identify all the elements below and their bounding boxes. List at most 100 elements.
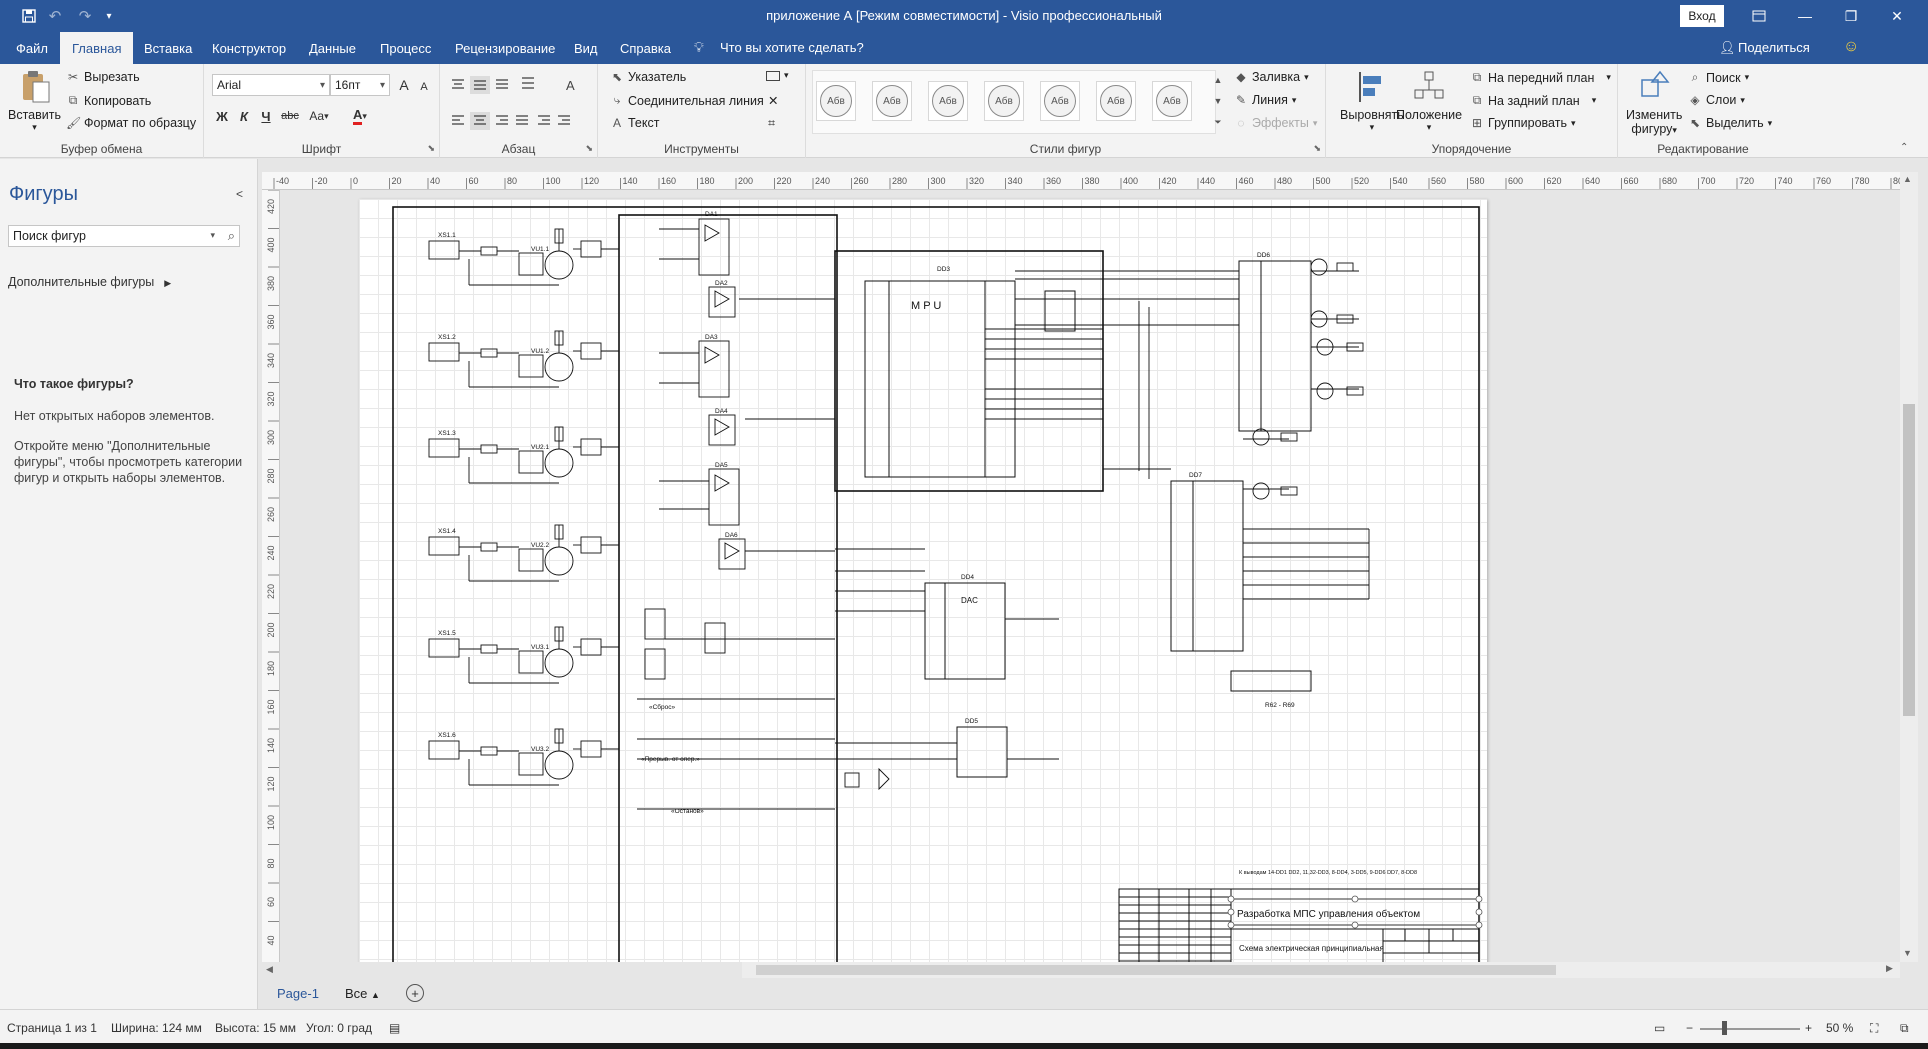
scroll-up-icon[interactable]: ▲ [1903, 174, 1912, 184]
drawing-page[interactable]: XS1.1 XS1.2 XS1.3 XS1.4 XS1.5 XS1.6 VU1.… [359, 199, 1487, 962]
crop-tool-icon[interactable]: ⌗ [768, 116, 775, 131]
select-label: Выделить [1706, 116, 1764, 130]
bold-button[interactable]: Ж [212, 106, 232, 126]
font-name-combo[interactable]: Arial ▾ [212, 74, 330, 96]
horizontal-scrollbar[interactable]: ▶ [742, 962, 1900, 978]
collapse-panel-icon[interactable]: < [236, 187, 243, 201]
feedback-smiley-icon[interactable]: ☺ [1843, 38, 1859, 56]
add-page-icon[interactable]: + [406, 984, 424, 1002]
strikethrough-button[interactable]: abc [280, 106, 300, 126]
more-shapes-menu[interactable]: Дополнительные фигуры ▶ [8, 275, 171, 289]
style-swatch-7[interactable]: Абв [1152, 81, 1192, 121]
circuit-schematic[interactable]: XS1.1 XS1.2 XS1.3 XS1.4 XS1.5 XS1.6 VU1.… [359, 199, 1487, 962]
share-button[interactable]: Поделиться [1738, 40, 1810, 55]
select-button[interactable]: ⬉ Выделить ▾ [1688, 116, 1772, 130]
customize-quick-access-icon[interactable]: ▾ [98, 6, 120, 26]
language-icon[interactable]: ▤ [389, 1021, 400, 1035]
fill-button[interactable]: ◆ Заливка ▾ [1234, 70, 1308, 84]
scroll-left-icon[interactable]: ◀ [266, 964, 273, 975]
rectangle-tool-button[interactable]: ▾ [766, 70, 789, 81]
all-pages-button[interactable]: Все ▲ [345, 986, 380, 1001]
redo-icon[interactable]: ↷ [74, 6, 96, 26]
style-swatch-5[interactable]: Абв [1040, 81, 1080, 121]
tab-data[interactable]: Данные [297, 32, 368, 64]
group-button[interactable]: ⊞ Группировать ▾ [1470, 116, 1576, 130]
effects-button[interactable]: ◌ Эффекты ▾ [1234, 116, 1317, 130]
connector-tool-button[interactable]: ⤷ Соединительная линия [610, 93, 764, 108]
dialog-launcher-icon[interactable]: ⬊ [1313, 143, 1321, 154]
italic-button[interactable]: К [234, 106, 254, 126]
page-tab-1[interactable]: Page-1 [277, 986, 319, 1001]
drawing-canvas[interactable]: XS1.1 XS1.2 XS1.3 XS1.4 XS1.5 XS1.6 VU1.… [280, 190, 1900, 962]
scroll-right-icon[interactable]: ▶ [1886, 963, 1893, 974]
tell-me-box[interactable]: Что вы хотите сделать? [720, 40, 864, 55]
tab-home[interactable]: Главная [60, 32, 134, 64]
chevron-down-icon[interactable]: ▾ [210, 230, 215, 241]
save-icon[interactable] [18, 6, 40, 26]
shrink-font-button[interactable]: A [414, 77, 434, 97]
bring-to-front-button[interactable]: ⧉ На передний план ▾ [1470, 70, 1611, 85]
cut-button[interactable]: ✂ Вырезать [66, 70, 140, 84]
close-shape-icon[interactable]: ✕ [768, 93, 778, 108]
gallery-scroll[interactable]: ▲ ▼ ⏷ [1210, 70, 1226, 133]
presentation-mode-icon[interactable]: ▭ [1654, 1021, 1665, 1035]
tab-view[interactable]: Вид [562, 32, 610, 64]
switch-windows-icon[interactable]: ⧉ [1900, 1021, 1909, 1036]
dialog-launcher-icon[interactable]: ⬊ [427, 143, 435, 154]
tab-insert[interactable]: Вставка [132, 32, 204, 64]
scroll-down-icon[interactable]: ▼ [1903, 948, 1912, 958]
tab-design[interactable]: Конструктор [200, 32, 298, 64]
zoom-slider[interactable] [1700, 1028, 1800, 1030]
paste-button[interactable]: Вставить ▾ [8, 70, 61, 133]
fit-page-icon[interactable]: ⛶ [1870, 1021, 1878, 1036]
search-icon[interactable]: ⌕ [228, 228, 235, 244]
dialog-launcher-icon[interactable]: ⬊ [585, 143, 593, 154]
login-button[interactable]: Вход [1680, 5, 1724, 27]
font-color-button[interactable]: A ▾ [346, 106, 374, 126]
zoom-slider-thumb[interactable] [1722, 1021, 1727, 1035]
change-case-button[interactable]: Aa ▾ [304, 106, 334, 126]
shape-search-input[interactable]: Поиск фигур ▾ ⌕ [8, 225, 240, 247]
layers-button[interactable]: ◈ Слои ▾ [1688, 93, 1745, 107]
tab-review[interactable]: Рецензирование [443, 32, 567, 64]
ribbon-display-options-icon[interactable] [1736, 0, 1782, 32]
zoom-level[interactable]: 50 % [1826, 1021, 1853, 1035]
style-swatch-1[interactable]: Абв [816, 81, 856, 121]
style-swatch-6[interactable]: Абв [1096, 81, 1136, 121]
text-tool-button[interactable]: A Текст [610, 116, 660, 130]
copy-button[interactable]: ⧉ Копировать [66, 93, 152, 108]
position-icon [1414, 71, 1444, 99]
undo-icon[interactable]: ↶ [44, 6, 66, 26]
zoom-in-icon[interactable]: + [1805, 1021, 1812, 1035]
font-size-combo[interactable]: 16пт ▾ [330, 74, 390, 96]
minimize-icon[interactable]: — [1782, 0, 1828, 32]
zoom-out-icon[interactable]: − [1686, 1021, 1693, 1035]
close-icon[interactable]: ✕ [1874, 0, 1920, 32]
underline-button[interactable]: Ч [256, 106, 276, 126]
collapse-ribbon-icon[interactable]: ⌃ [1900, 142, 1908, 153]
vertical-scroll-thumb[interactable] [1903, 404, 1915, 716]
position-button[interactable]: Положение ▾ [1396, 70, 1462, 133]
style-swatch-4[interactable]: Абв [984, 81, 1024, 121]
style-swatch-2[interactable]: Абв [872, 81, 912, 121]
ruler-tick-label: 200 [738, 176, 753, 186]
paragraph-buttons-icon[interactable]: A [450, 76, 590, 142]
align-button[interactable]: Выровнять ▾ [1340, 70, 1404, 133]
brush-icon: 🖌︎ [66, 116, 82, 130]
format-painter-button[interactable]: 🖌︎ Формат по образцу [66, 116, 196, 130]
tab-process[interactable]: Процесс [368, 32, 443, 64]
style-swatch-3[interactable]: Абв [928, 81, 968, 121]
line-button[interactable]: ✎ Линия ▾ [1234, 93, 1296, 107]
restore-icon[interactable]: ❐ [1828, 0, 1874, 32]
pointer-tool-button[interactable]: ⬉ Указатель [610, 70, 686, 84]
find-button[interactable]: ⌕ Поиск ▾ [1688, 70, 1750, 85]
change-shape-button[interactable]: Изменить фигуру▾ [1626, 70, 1682, 137]
xs12-label: XS1.2 [438, 334, 456, 341]
vertical-scrollbar[interactable]: ▲ ▼ [1900, 172, 1918, 962]
send-to-back-button[interactable]: ⧉ На задний план ▾ [1470, 93, 1597, 108]
ruler-tick-label: 160 [266, 699, 276, 714]
tab-file[interactable]: Файл [4, 32, 60, 64]
tab-help[interactable]: Справка [608, 32, 683, 64]
horizontal-scroll-thumb[interactable] [756, 965, 1556, 975]
grow-font-button[interactable]: A [394, 75, 414, 95]
